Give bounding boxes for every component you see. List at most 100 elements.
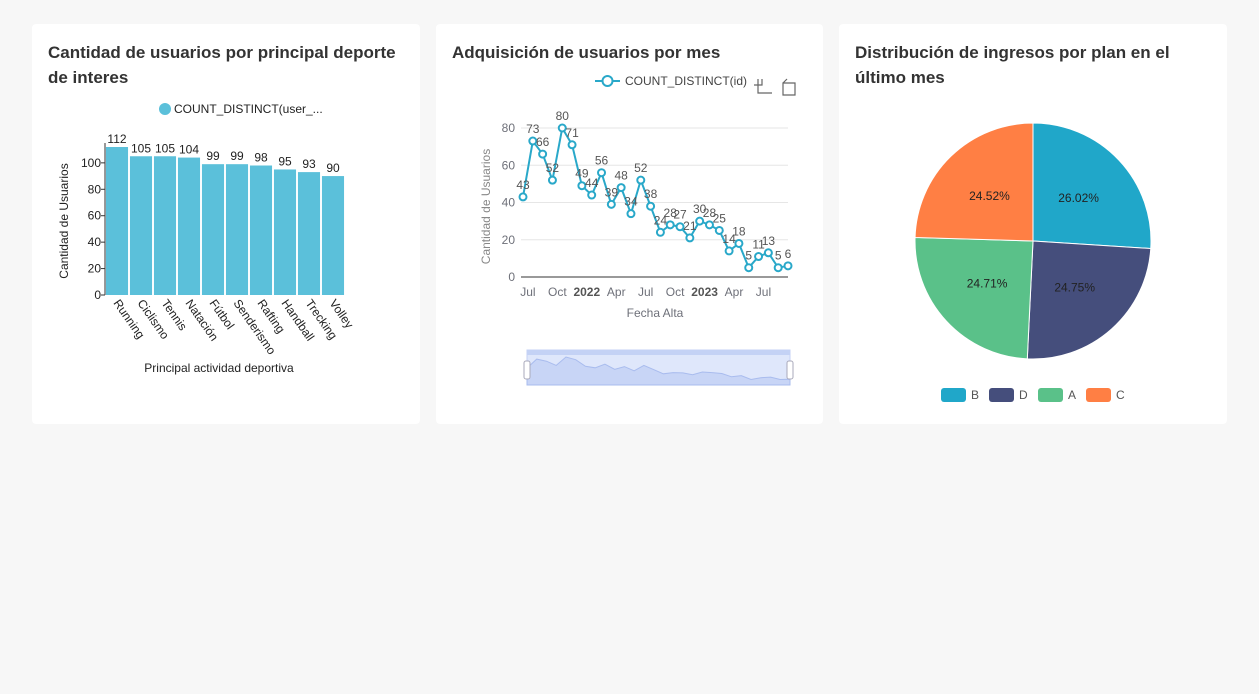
legend-label[interactable]: C — [1116, 388, 1125, 402]
pie-slice — [914, 236, 1034, 360]
data-point — [626, 209, 636, 219]
bar — [129, 156, 153, 295]
data-point — [616, 183, 626, 193]
slice-label: 24.71% — [967, 276, 1008, 290]
data-point — [724, 246, 734, 256]
x-tick-label: Jul — [638, 285, 653, 299]
y-tick-label: 40 — [502, 196, 516, 210]
legend-marker[interactable] — [989, 388, 1014, 402]
data-point — [763, 248, 773, 258]
chart-card-revenue-by-plan: Distribución de ingresos por plan en el … — [839, 24, 1227, 424]
data-label: 98 — [254, 151, 268, 165]
data-label: 21 — [683, 219, 697, 233]
data-label: 48 — [614, 169, 628, 183]
legend-marker[interactable] — [941, 388, 966, 402]
slice-label: 24.75% — [1054, 281, 1095, 295]
data-label: 104 — [179, 143, 199, 157]
bar — [225, 164, 249, 295]
zoom-handle-right[interactable] — [786, 360, 794, 380]
y-tick-label: 40 — [88, 235, 102, 249]
data-label: 66 — [536, 135, 550, 149]
legend-label[interactable]: A — [1068, 388, 1076, 402]
data-label: 39 — [605, 185, 619, 199]
data-point — [655, 227, 665, 237]
legend-marker — [159, 103, 171, 115]
x-tick-label: 2023 — [691, 285, 718, 299]
bar — [273, 169, 297, 295]
y-tick-label: 20 — [502, 233, 516, 247]
data-point — [587, 190, 597, 200]
zoom-handle-left[interactable] — [523, 360, 531, 380]
data-label: 99 — [230, 149, 244, 163]
pie-slice — [1032, 122, 1152, 250]
legend-label[interactable]: D — [1019, 388, 1028, 402]
chart-card-user-acquisition: Adquisición de usuarios por mes COUNT_DI… — [436, 24, 823, 424]
data-point — [646, 201, 656, 211]
y-tick-label: 100 — [81, 156, 101, 170]
data-label: 105 — [155, 141, 175, 155]
data-point — [754, 252, 764, 262]
data-label: 38 — [644, 187, 658, 201]
slice-label: 24.52% — [969, 189, 1010, 203]
y-tick-label: 80 — [502, 121, 516, 135]
data-label: 112 — [107, 132, 126, 146]
bar — [153, 156, 177, 295]
data-point — [547, 175, 557, 185]
data-point — [518, 192, 528, 202]
legend-marker — [601, 75, 614, 87]
data-label: 73 — [526, 122, 540, 136]
x-tick-label: Oct — [548, 285, 567, 299]
line-chart: COUNT_DISTINCT(id) 0 20 40 60 80 Cantidad de U… — [479, 74, 796, 386]
slice-label: 26.02% — [1058, 191, 1099, 205]
legend-label[interactable]: B — [971, 388, 979, 402]
y-axis-label: Cantidad de Usuarios — [479, 149, 493, 264]
data-label: 25 — [713, 211, 727, 225]
data-label: 18 — [732, 224, 746, 238]
data-label: 6 — [785, 247, 792, 261]
bar — [105, 147, 129, 295]
bar — [177, 157, 201, 295]
x-tick-label: Jul — [520, 285, 535, 299]
pie-slice — [1026, 240, 1152, 360]
data-label: 80 — [556, 109, 570, 123]
data-point — [773, 263, 783, 273]
legend-label: COUNT_DISTINCT(user_... — [174, 102, 323, 116]
data-label: 52 — [546, 161, 560, 175]
pie-chart: 26.02% 24.75% 24.71% 24.52% B D A C — [914, 122, 1152, 402]
x-tick-label: Jul — [756, 285, 771, 299]
bar — [297, 172, 321, 295]
data-point — [665, 220, 675, 230]
data-label: 56 — [595, 154, 609, 168]
y-tick-label: 60 — [88, 209, 102, 223]
bar — [249, 165, 273, 295]
data-point — [744, 263, 754, 273]
data-point — [685, 233, 695, 243]
legend-marker[interactable] — [1086, 388, 1111, 402]
data-label: 71 — [565, 126, 579, 140]
bar — [201, 164, 225, 295]
x-axis-label: Principal actividad deportiva — [144, 361, 294, 375]
data-label: 44 — [585, 176, 599, 190]
zoom-reset-icon[interactable] — [782, 78, 796, 96]
x-axis-label: Fecha Alta — [627, 306, 684, 320]
zoom-slider-bar — [527, 350, 790, 355]
legend-marker[interactable] — [1038, 388, 1063, 402]
data-point — [538, 149, 548, 159]
y-axis-label: Cantidad de Usuarios — [57, 163, 71, 278]
data-label: 90 — [326, 161, 340, 175]
data-point — [783, 261, 793, 271]
data-label: 5 — [775, 249, 782, 263]
x-tick-label: Oct — [666, 285, 685, 299]
x-tick-label: Apr — [725, 285, 744, 299]
data-point — [597, 168, 607, 178]
data-label: 43 — [516, 178, 530, 192]
data-label: 13 — [762, 234, 776, 248]
data-label: 95 — [278, 154, 292, 168]
data-label: 99 — [206, 149, 220, 163]
data-label: 34 — [624, 195, 638, 209]
y-tick-label: 20 — [88, 262, 102, 276]
x-tick-label: 2022 — [573, 285, 600, 299]
data-point — [606, 199, 616, 209]
data-point — [734, 238, 744, 248]
zoom-icon[interactable] — [754, 79, 772, 94]
